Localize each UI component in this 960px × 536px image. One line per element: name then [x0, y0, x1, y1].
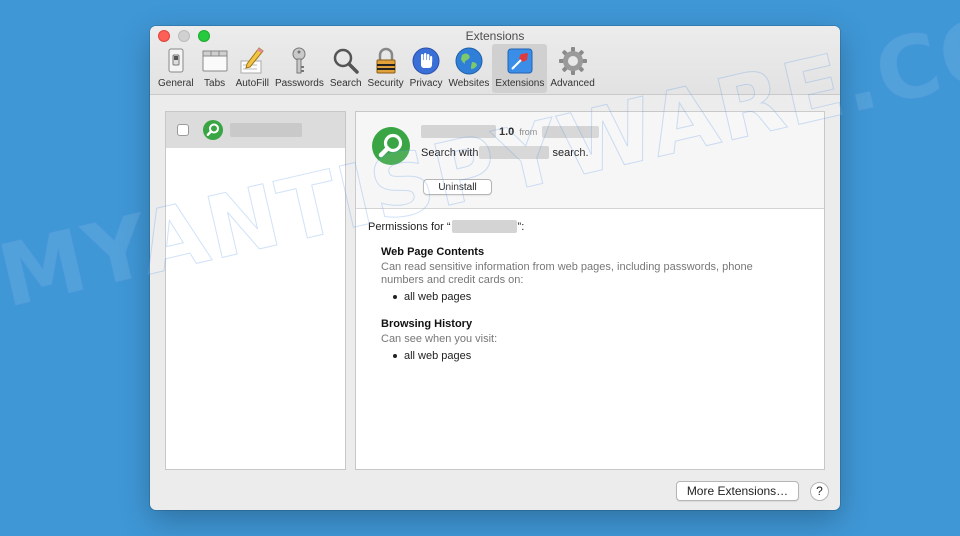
bullet-dot	[393, 295, 397, 299]
extensions-list	[165, 111, 346, 470]
window-title: Extensions	[465, 29, 525, 43]
extension-description: Search with search.	[421, 146, 589, 159]
green-magnifier-icon	[203, 120, 223, 140]
window-titlebar: Extensions General Tabs AutoFill Passwor…	[150, 26, 840, 95]
tab-websites-label: Websites	[448, 78, 490, 89]
pencil-icon	[240, 47, 264, 74]
tab-advanced-label: Advanced	[550, 78, 595, 89]
tab-privacy[interactable]: Privacy	[407, 44, 446, 93]
preferences-window: Extensions General Tabs AutoFill Passwor…	[150, 26, 840, 510]
tab-extensions[interactable]: Extensions	[492, 44, 548, 93]
tab-passwords-label: Passwords	[274, 78, 324, 89]
tabs-icon	[202, 50, 228, 72]
help-button[interactable]: ?	[810, 482, 829, 501]
permission-title: Browsing History	[381, 318, 473, 330]
extension-enable-checkbox[interactable]	[177, 124, 189, 136]
permission-browsing-history: Browsing History Can see when you visit:…	[381, 318, 771, 362]
permission-web-page-contents: Web Page Contents Can read sensitive inf…	[381, 246, 771, 303]
globe-icon	[455, 47, 483, 75]
tab-tabs-label: Tabs	[204, 78, 226, 89]
tab-search-label: Search	[329, 78, 362, 89]
extension-version: 1.0	[499, 125, 515, 138]
extension-from-label: from	[519, 126, 538, 137]
permission-scope-text: all web pages	[404, 350, 472, 362]
bullet-dot	[393, 354, 397, 358]
tab-general[interactable]: General	[155, 44, 197, 93]
list-item[interactable]	[166, 112, 345, 148]
hand-icon	[412, 47, 440, 75]
permission-scope-item: all web pages	[393, 291, 771, 303]
puzzle-icon	[507, 48, 533, 74]
tab-websites[interactable]: Websites	[445, 44, 492, 93]
extension-title-line: 1.0 from	[421, 125, 600, 138]
extension-summary: 1.0 from Search with search. Uninstall	[356, 112, 824, 209]
permissions-header: Permissions for “ ”:	[368, 220, 524, 233]
tab-search[interactable]: Search	[327, 44, 365, 93]
search-prefix-text: Search with	[421, 146, 479, 159]
green-magnifier-icon	[372, 127, 410, 165]
search-suffix-text: search.	[552, 146, 589, 159]
permission-title: Web Page Contents	[381, 246, 485, 258]
general-switch-icon	[168, 48, 184, 73]
more-extensions-button[interactable]: More Extensions…	[676, 481, 799, 501]
tab-autofill[interactable]: AutoFill	[233, 44, 272, 93]
tab-privacy-label: Privacy	[409, 78, 443, 89]
lock-icon	[376, 47, 396, 74]
permissions-header-suffix: ”:	[517, 220, 525, 233]
permission-scope-item: all web pages	[393, 350, 771, 362]
tab-advanced[interactable]: Advanced	[547, 44, 597, 93]
tab-extensions-label: Extensions	[495, 78, 545, 89]
permission-description: Can read sensitive information from web …	[381, 261, 753, 286]
gear-icon	[558, 47, 587, 75]
extension-name-redacted	[421, 125, 496, 138]
extension-name-redacted	[451, 220, 517, 233]
tab-security[interactable]: Security	[365, 44, 407, 93]
developer-name-redacted	[542, 125, 600, 138]
extension-detail-pane: 1.0 from Search with search. Uninstall P…	[355, 111, 825, 470]
preferences-toolbar: General Tabs AutoFill Passwords Search S…	[155, 44, 598, 93]
tab-security-label: Security	[367, 78, 404, 89]
magnifier-icon	[333, 48, 359, 74]
tab-general-label: General	[158, 78, 194, 89]
tab-tabs[interactable]: Tabs	[197, 44, 233, 93]
permissions-header-prefix: Permissions for “	[368, 220, 451, 233]
permission-description: Can see when you visit:	[381, 333, 498, 345]
uninstall-button[interactable]: Uninstall	[423, 179, 492, 195]
permission-scope-text: all web pages	[404, 291, 472, 303]
extension-name-redacted	[230, 123, 302, 137]
search-engine-redacted	[479, 146, 550, 159]
key-icon	[292, 47, 306, 74]
tab-passwords[interactable]: Passwords	[272, 44, 327, 93]
tab-autofill-label: AutoFill	[235, 78, 269, 89]
